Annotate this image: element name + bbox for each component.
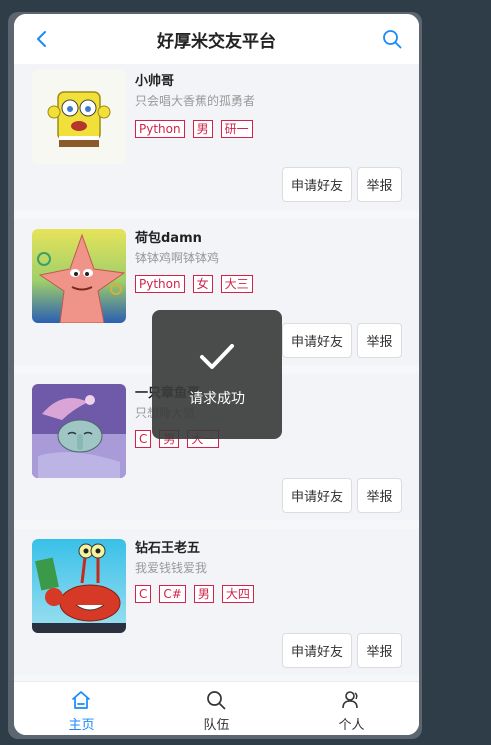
report-button[interactable]: 举报: [357, 633, 402, 668]
user-desc: 只会唱大香蕉的孤勇者: [135, 94, 256, 108]
report-button[interactable]: 举报: [357, 323, 402, 358]
tag-list: Python 女 大三: [135, 275, 253, 293]
tag: Python: [135, 275, 185, 293]
tab-team[interactable]: 队伍: [149, 682, 284, 735]
check-icon: [200, 344, 234, 369]
tab-label: 队伍: [203, 718, 230, 733]
bottom-tabbar: 主页 队伍 个人: [14, 681, 419, 735]
tag-list: C C# 男 大四: [135, 585, 254, 603]
user-card: 钻石王老五 我爱钱钱爱我 C C# 男 大四 申请好友 举报: [14, 529, 419, 675]
tag: 女: [192, 275, 213, 293]
user-icon: [342, 691, 358, 709]
tag: 男: [192, 120, 213, 138]
user-card: 小帅哥 只会唱大香蕉的孤勇者 Python 男 研一 申请好友 举报: [14, 64, 419, 210]
user-desc: 钵钵鸡啊钵钵鸡: [135, 251, 220, 265]
tag-list: Python 男 研一: [135, 120, 253, 138]
tag: 大三: [220, 275, 253, 293]
tag: C#: [159, 585, 186, 603]
add-friend-button[interactable]: 申请好友: [282, 323, 352, 358]
tag: C: [135, 430, 152, 448]
page-title: 好厚米交友平台: [157, 31, 276, 52]
home-icon: [72, 691, 90, 709]
tab-profile[interactable]: 个人: [284, 682, 419, 735]
spongebob-avatar: [32, 70, 126, 164]
add-friend-button[interactable]: 申请好友: [282, 478, 352, 513]
user-name: 荷包damn: [135, 231, 202, 246]
tab-home[interactable]: 主页: [14, 682, 149, 735]
search-icon: [207, 691, 226, 710]
user-name: 小帅哥: [135, 74, 175, 89]
tab-label: 个人: [338, 718, 365, 733]
add-friend-button[interactable]: 申请好友: [282, 633, 352, 668]
mr-krabs-avatar: [32, 539, 126, 633]
chevron-left-icon[interactable]: [32, 29, 52, 49]
report-button[interactable]: 举报: [357, 167, 402, 202]
success-toast: 请求成功: [152, 310, 282, 439]
toast-message: 请求成功: [189, 391, 245, 407]
report-button[interactable]: 举报: [357, 478, 402, 513]
user-name: 钻石王老五: [135, 541, 201, 556]
tag: 研一: [220, 120, 253, 138]
user-desc: 我爱钱钱爱我: [135, 561, 208, 575]
tag: 大四: [221, 585, 254, 603]
tag: Python: [135, 120, 185, 138]
add-friend-button[interactable]: 申请好友: [282, 167, 352, 202]
tag: C: [135, 585, 152, 603]
patrick-avatar: [32, 229, 126, 323]
tab-label: 主页: [68, 718, 95, 733]
top-navbar: 好厚米交友平台: [14, 14, 419, 65]
squidward-avatar: [32, 384, 126, 478]
search-icon[interactable]: [381, 28, 403, 50]
tag: 男: [193, 585, 214, 603]
